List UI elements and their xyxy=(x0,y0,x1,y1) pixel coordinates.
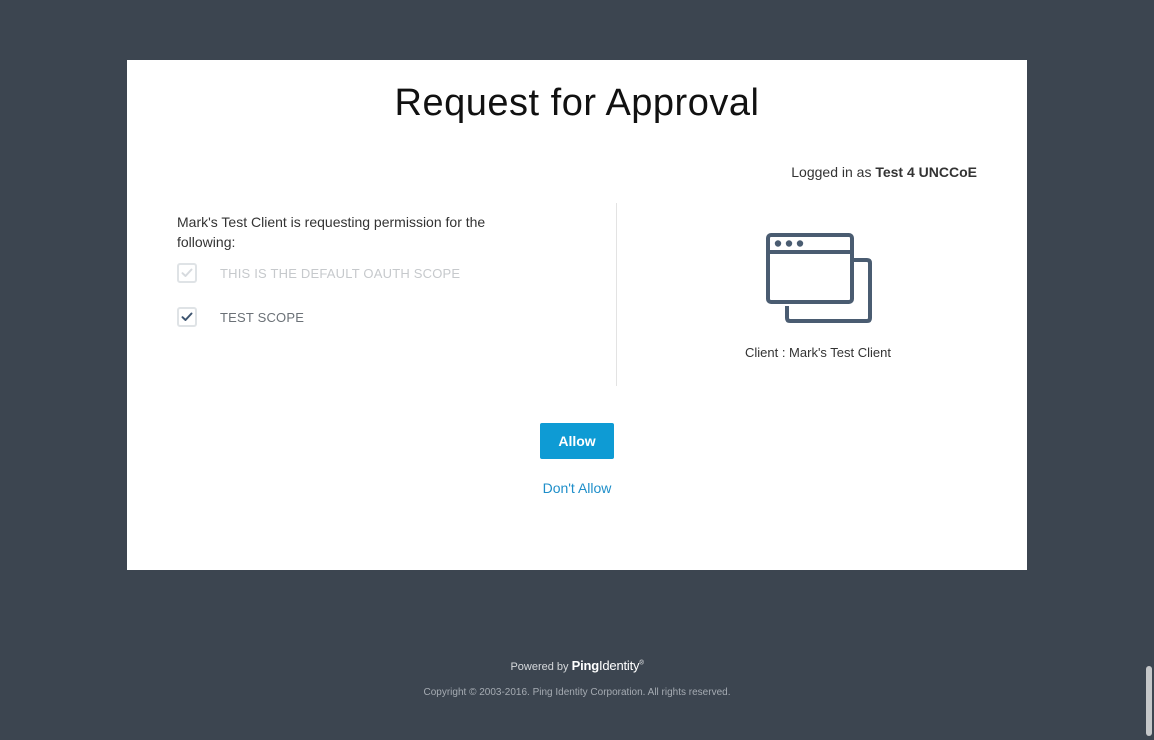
scope-default-checkbox xyxy=(177,263,197,283)
page-title: Request for Approval xyxy=(394,82,760,124)
logo-ping: Ping xyxy=(571,658,600,673)
logo-trademark: ® xyxy=(639,660,644,667)
logged-in-user: Test 4 UNCCoE xyxy=(875,164,977,180)
scope-item-default: THIS IS THE DEFAULT OAUTH SCOPE xyxy=(177,263,460,283)
checkmark-icon xyxy=(181,312,193,321)
page: Request for Approval Logged in as Test 4… xyxy=(0,0,1154,740)
allow-button[interactable]: Allow xyxy=(540,423,614,459)
powered-by: Powered by PingIdentity® xyxy=(0,658,1154,673)
scope-test-label: TEST SCOPE xyxy=(220,309,305,325)
scrollbar-thumb[interactable] xyxy=(1146,666,1152,736)
column-divider xyxy=(616,203,617,386)
permission-request-text: Mark's Test Client is requesting permiss… xyxy=(177,214,486,250)
browser-windows-icon xyxy=(764,231,874,331)
dont-allow-link[interactable]: Don't Allow xyxy=(127,480,1027,496)
scrollbar[interactable] xyxy=(1143,0,1154,740)
logged-in-info: Logged in as Test 4 UNCCoE xyxy=(791,164,977,180)
copyright-text: Copyright © 2003-2016. Ping Identity Cor… xyxy=(423,687,731,698)
client-label: Client : Mark's Test Client xyxy=(744,345,891,360)
approval-card: Request for Approval Logged in as Test 4… xyxy=(127,60,1027,570)
ping-identity-logo: PingIdentity® xyxy=(572,658,644,673)
scope-item-test[interactable]: TEST SCOPE xyxy=(177,307,304,327)
scope-default-label: THIS IS THE DEFAULT OAUTH SCOPE xyxy=(220,265,461,281)
scope-test-checkbox[interactable] xyxy=(177,307,197,327)
checkmark-icon xyxy=(181,268,193,277)
powered-by-text: Powered by xyxy=(510,661,569,673)
logged-in-prefix: Logged in as xyxy=(791,164,872,180)
logo-identity: Identity xyxy=(598,658,640,673)
